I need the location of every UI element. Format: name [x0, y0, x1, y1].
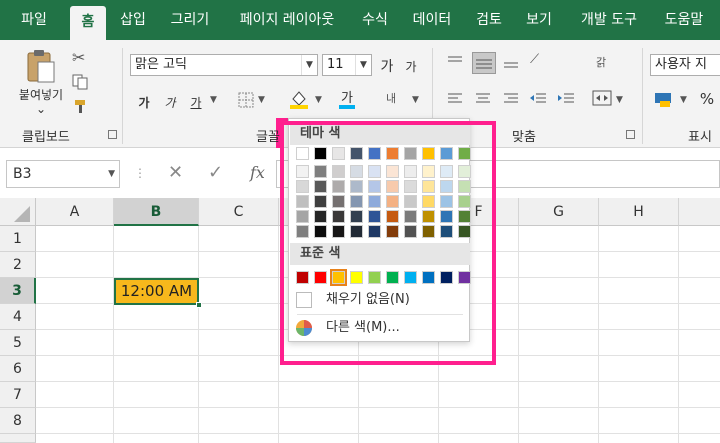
group-divider — [122, 48, 123, 144]
fill-color-dropdown-icon[interactable]: ▼ — [315, 95, 322, 105]
paste-dropdown-icon[interactable]: ⌄ — [34, 102, 48, 116]
name-box-value: B3 — [13, 166, 32, 182]
enter-icon[interactable]: ✓ — [208, 162, 223, 183]
row-header[interactable]: 6 — [0, 356, 36, 382]
align-top-icon[interactable] — [446, 54, 464, 74]
row-header[interactable]: 8 — [0, 408, 36, 434]
tab-data[interactable]: 데이터 — [404, 0, 460, 40]
tab-developer[interactable]: 개발 도구 — [568, 0, 650, 40]
font-color-icon[interactable]: 가 — [338, 88, 356, 114]
underline-dropdown-icon[interactable]: ▼ — [210, 95, 217, 105]
alignment-group-label: 맞춤 — [512, 130, 536, 145]
cut-icon[interactable]: ✂ — [72, 48, 85, 67]
font-group-label: 글꼴 — [256, 130, 280, 145]
shrink-font-button[interactable]: 가 — [402, 58, 420, 75]
fill-menu-highlight — [280, 121, 496, 365]
column-header[interactable]: H — [599, 198, 679, 226]
borders-icon[interactable] — [238, 92, 254, 112]
copy-icon[interactable] — [72, 74, 90, 94]
font-name-select[interactable]: 맑은 고딕 ▼ — [130, 54, 318, 76]
align-right-icon[interactable] — [502, 92, 520, 110]
tab-review[interactable]: 검토 — [468, 0, 510, 40]
name-box[interactable]: B3 ▼ — [6, 160, 120, 188]
format-painter-icon[interactable] — [74, 98, 90, 118]
tab-help[interactable]: 도움말 — [656, 0, 712, 40]
fill-color-icon[interactable] — [288, 88, 310, 114]
number-group-label: 표시 — [688, 130, 712, 145]
merge-dropdown-icon[interactable]: ▼ — [616, 95, 623, 105]
tab-page-layout[interactable]: 페이지 레이아웃 — [226, 0, 348, 40]
paste-button[interactable]: 붙여넣기 — [10, 86, 72, 103]
tab-formulas[interactable]: 수식 — [354, 0, 396, 40]
tab-view[interactable]: 보기 — [518, 0, 560, 40]
chevron-down-icon[interactable]: ▼ — [355, 55, 371, 75]
currency-icon[interactable] — [654, 90, 674, 112]
chevron-down-icon[interactable]: ▼ — [108, 161, 115, 187]
column-header[interactable]: C — [199, 198, 279, 226]
row-header[interactable]: 1 — [0, 226, 36, 252]
bold-button[interactable]: 가 — [136, 94, 152, 111]
row-header[interactable]: 7 — [0, 382, 36, 408]
underline-button[interactable]: 가 — [188, 94, 204, 111]
font-name-value: 맑은 고딕 — [135, 57, 187, 72]
cell-b3[interactable]: 12:00 AM — [114, 278, 199, 305]
align-center-icon[interactable] — [474, 92, 492, 110]
phonetic-icon[interactable]: 내 — [386, 90, 396, 106]
align-left-icon[interactable] — [446, 92, 464, 110]
italic-button[interactable]: 가 — [162, 94, 178, 111]
cancel-icon[interactable]: ✕ — [168, 162, 183, 183]
column-header[interactable]: G — [519, 198, 599, 226]
clipboard-launcher-icon[interactable] — [108, 130, 117, 139]
tab-home[interactable]: 홈 — [70, 6, 106, 40]
more-dots-icon: ⋮ — [134, 166, 146, 180]
tab-file[interactable]: 파일 — [8, 0, 60, 40]
row-header[interactable]: 2 — [0, 252, 36, 278]
select-all-corner[interactable] — [0, 198, 36, 226]
decrease-indent-icon[interactable] — [528, 92, 548, 110]
align-middle-icon[interactable] — [472, 52, 496, 74]
align-bottom-icon[interactable] — [502, 54, 520, 74]
row-header-extra — [0, 434, 36, 443]
column-header-extra — [679, 198, 720, 226]
paste-icon[interactable] — [24, 48, 58, 90]
column-header[interactable]: A — [36, 198, 114, 226]
currency-dropdown-icon[interactable]: ▼ — [680, 95, 687, 105]
chevron-down-icon[interactable]: ▼ — [301, 55, 317, 75]
number-format-select[interactable]: 사용자 지 — [650, 54, 720, 76]
svg-text:가: 가 — [341, 91, 353, 106]
group-divider — [642, 48, 643, 144]
tab-draw[interactable]: 그리기 — [162, 0, 218, 40]
row-header[interactable]: 3 — [0, 278, 36, 304]
column-header[interactable]: B — [114, 198, 199, 226]
fill-handle[interactable] — [196, 302, 202, 308]
insert-function-icon[interactable]: fx — [250, 163, 265, 182]
wrap-text-icon[interactable]: 갉 — [596, 54, 606, 70]
increase-indent-icon[interactable] — [556, 92, 576, 110]
clipboard-group-label: 클립보드 — [22, 130, 70, 145]
merge-center-icon[interactable] — [592, 90, 612, 110]
phonetic-dropdown-icon[interactable]: ▼ — [412, 95, 419, 105]
row-header[interactable]: 4 — [0, 304, 36, 330]
font-size-select[interactable]: 11 ▼ — [322, 54, 372, 76]
percent-button[interactable]: % — [698, 90, 716, 108]
grow-font-button[interactable]: 가 — [378, 56, 396, 76]
font-size-value: 11 — [327, 57, 344, 72]
alignment-launcher-icon[interactable] — [626, 130, 635, 139]
tab-insert[interactable]: 삽입 — [112, 0, 154, 40]
orientation-icon[interactable]: ⟋ — [530, 52, 539, 67]
borders-dropdown-icon[interactable]: ▼ — [258, 95, 265, 105]
ribbon-tab-bar: 파일 홈 삽입 그리기 페이지 레이아웃 수식 데이터 검토 보기 개발 도구 … — [0, 0, 720, 40]
row-header[interactable]: 5 — [0, 330, 36, 356]
